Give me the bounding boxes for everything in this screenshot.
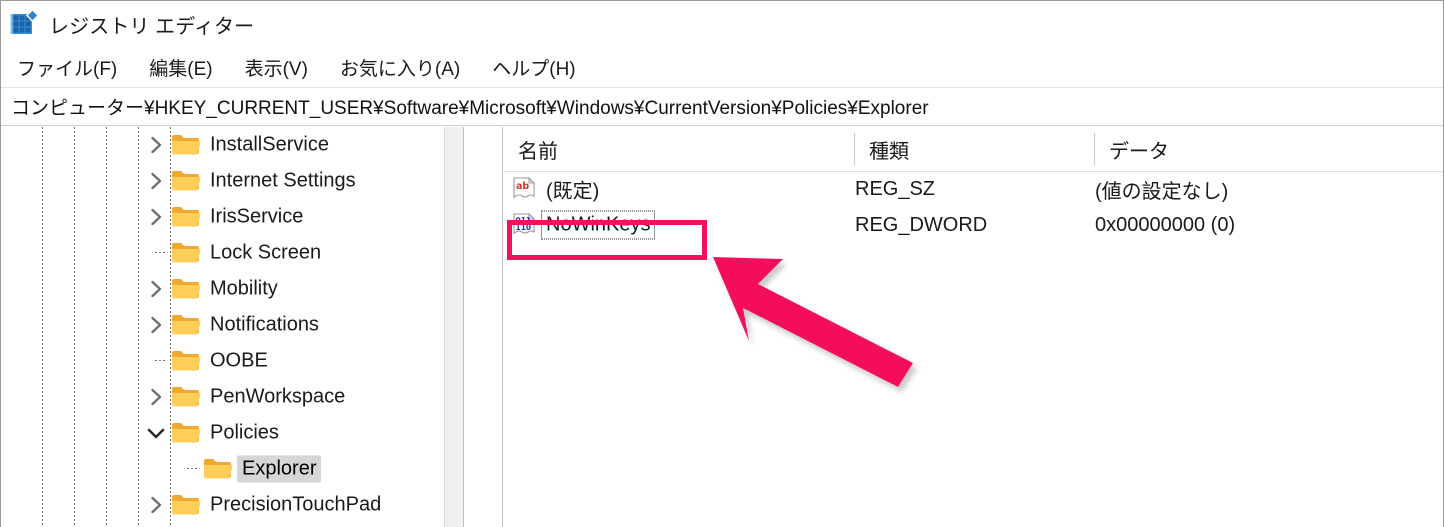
chevron-right-icon[interactable] <box>145 307 167 343</box>
tree-node-irisservice[interactable]: IrisService <box>1 199 445 235</box>
value-type: REG_SZ <box>855 177 936 200</box>
chevron-right-icon[interactable] <box>145 163 167 199</box>
tree-node-label[interactable]: OOBE <box>205 348 273 375</box>
column-header-data[interactable]: データ <box>1095 127 1443 171</box>
tree-node-label[interactable]: IrisService <box>205 204 308 231</box>
menu-help[interactable]: ヘルプ(H) <box>490 52 577 83</box>
folder-icon <box>171 271 201 307</box>
tree-vertical-scrollbar[interactable] <box>444 127 463 527</box>
chevron-right-icon[interactable] <box>145 487 167 523</box>
value-name[interactable]: NoWinKeys <box>540 210 656 240</box>
folder-icon <box>171 163 201 199</box>
folder-icon <box>203 451 233 487</box>
registry-values-list: ab (既定) REG_SZ (値の設定なし) 011 110 NoWinKeys REG_D… <box>504 171 1443 243</box>
tree-node-label[interactable]: Policies <box>205 420 284 447</box>
registry-tree: InstallService Internet Settings IrisServi… <box>1 127 445 523</box>
address-bar[interactable]: コンピューター¥HKEY_CURRENT_USER¥Software¥Micro… <box>1 87 1443 126</box>
column-header-name[interactable]: 名前 <box>504 127 854 171</box>
folder-icon <box>171 235 201 271</box>
value-row[interactable]: ab (既定) REG_SZ (値の設定なし) <box>504 171 1443 207</box>
value-type: REG_DWORD <box>855 213 988 236</box>
value-row[interactable]: 011 110 NoWinKeys REG_DWORD 0x00000000 (0) <box>504 207 1443 243</box>
chevron-right-icon[interactable] <box>145 127 167 163</box>
tree-node-label[interactable]: Mobility <box>205 276 283 303</box>
menu-file[interactable]: ファイル(F) <box>15 52 119 83</box>
tree-node-internet-settings[interactable]: Internet Settings <box>1 163 445 199</box>
value-data: (値の設定なし) <box>1095 180 1229 203</box>
folder-icon <box>171 307 201 343</box>
window-title: レジストリ エディター <box>49 15 255 38</box>
tree-node-oobe[interactable]: OOBE <box>1 343 445 379</box>
folder-icon <box>171 199 201 235</box>
tree-node-label[interactable]: Internet Settings <box>205 168 361 195</box>
value-data: 0x00000000 (0) <box>1095 213 1236 236</box>
menu-favorites[interactable]: お気に入り(A) <box>338 52 462 83</box>
chevron-down-icon[interactable] <box>145 415 167 451</box>
tree-node-label[interactable]: PenWorkspace <box>205 384 350 411</box>
tree-leaf-connector <box>145 235 167 271</box>
registry-tree-pane[interactable]: InstallService Internet Settings IrisServi… <box>1 127 464 527</box>
registry-values-pane[interactable]: 名前 種類 データ ab (既定) REG_SZ (値の設定なし) 011 110 NoWi… <box>504 127 1443 527</box>
registry-editor-icon <box>10 9 40 39</box>
menu-view[interactable]: 表示(V) <box>243 52 310 83</box>
tree-node-installservice[interactable]: InstallService <box>1 127 445 163</box>
tree-node-notifications[interactable]: Notifications <box>1 307 445 343</box>
tree-node-precisiontouchpad[interactable]: PrecisionTouchPad <box>1 487 445 523</box>
tree-node-label[interactable]: Lock Screen <box>205 240 326 267</box>
folder-icon <box>171 415 201 451</box>
title-bar: レジストリ エディター <box>1 1 1443 47</box>
svg-text:ab: ab <box>516 181 529 192</box>
tree-node-label[interactable]: PrecisionTouchPad <box>205 492 386 519</box>
tree-node-mobility[interactable]: Mobility <box>1 271 445 307</box>
chevron-right-icon[interactable] <box>145 271 167 307</box>
pane-splitter[interactable] <box>465 127 503 527</box>
list-column-headers: 名前 種類 データ <box>504 127 1443 172</box>
tree-node-policies[interactable]: Policies <box>1 415 445 451</box>
tree-node-label[interactable]: Explorer <box>237 455 322 483</box>
tree-node-label[interactable]: InstallService <box>205 132 334 159</box>
chevron-right-icon[interactable] <box>145 379 167 415</box>
content-panes: InstallService Internet Settings IrisServi… <box>1 127 1443 527</box>
tree-node-explorer[interactable]: Explorer <box>1 451 445 487</box>
tree-leaf-connector <box>177 451 199 487</box>
tree-node-label[interactable]: Notifications <box>205 312 324 339</box>
chevron-right-icon[interactable] <box>145 199 167 235</box>
registry-path: コンピューター¥HKEY_CURRENT_USER¥Software¥Micro… <box>11 98 929 119</box>
reg-dword-icon: 011 110 <box>512 212 538 238</box>
tree-node-lock-screen[interactable]: Lock Screen <box>1 235 445 271</box>
folder-icon <box>171 343 201 379</box>
registry-editor-window: レジストリ エディター ファイル(F) 編集(E) 表示(V) お気に入り(A)… <box>0 0 1444 527</box>
folder-icon <box>171 127 201 163</box>
menu-edit[interactable]: 編集(E) <box>147 52 214 83</box>
tree-node-penworkspace[interactable]: PenWorkspace <box>1 379 445 415</box>
value-name[interactable]: (既定) <box>542 173 603 206</box>
svg-text:110: 110 <box>516 223 532 232</box>
reg-sz-icon: ab <box>512 176 538 202</box>
folder-icon <box>171 487 201 523</box>
menu-bar: ファイル(F) 編集(E) 表示(V) お気に入り(A) ヘルプ(H) <box>1 47 1443 87</box>
column-header-type[interactable]: 種類 <box>855 127 1094 171</box>
tree-leaf-connector <box>145 343 167 379</box>
folder-icon <box>171 379 201 415</box>
